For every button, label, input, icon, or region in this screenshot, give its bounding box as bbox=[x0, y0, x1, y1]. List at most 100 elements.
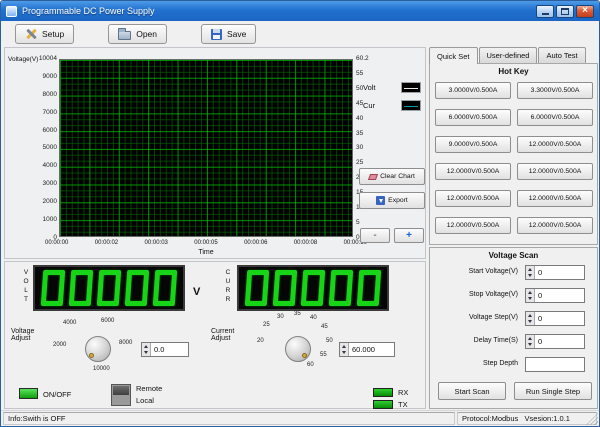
decrement-button[interactable] bbox=[526, 342, 534, 349]
run-single-step-button[interactable]: Run Single Step bbox=[514, 382, 592, 400]
hot-key-group: Hot Key 3.0000V/0.500A 3.3000V/0.500A 6.… bbox=[429, 63, 598, 245]
decrement-button[interactable] bbox=[526, 273, 534, 280]
tab-user-defined[interactable]: User-defined bbox=[479, 47, 538, 63]
voltage-adjust-value[interactable]: 0.0 bbox=[151, 343, 188, 356]
up-arrow-icon bbox=[528, 268, 532, 271]
voltage-scan-title: Voltage Scan bbox=[430, 248, 597, 260]
axis-tick: 25 bbox=[356, 159, 363, 166]
axis-tick: 00:00:03 bbox=[145, 240, 168, 246]
delay-time-value[interactable]: 0 bbox=[535, 335, 584, 348]
clear-chart-label: Clear Chart bbox=[380, 173, 415, 180]
seven-seg-digit-zero bbox=[301, 270, 326, 306]
hotkey-button-9[interactable]: 12.0000V/0.500A bbox=[435, 190, 511, 207]
spinner-arrows bbox=[526, 335, 535, 348]
decrement-button[interactable] bbox=[142, 350, 150, 357]
voltage-step-spinner[interactable]: 0 bbox=[525, 311, 585, 326]
close-icon: × bbox=[582, 6, 588, 16]
decrement-button[interactable] bbox=[340, 350, 348, 357]
rx-led-icon bbox=[373, 388, 393, 397]
down-arrow-icon bbox=[528, 320, 532, 323]
zoom-in-button[interactable]: + bbox=[394, 228, 424, 243]
waveform-chart-plot[interactable] bbox=[59, 59, 353, 237]
hotkey-button-7[interactable]: 12.0000V/0.500A bbox=[435, 163, 511, 180]
hotkey-button-1[interactable]: 3.0000V/0.500A bbox=[435, 82, 511, 99]
export-button[interactable]: Export bbox=[359, 192, 425, 209]
volt-plot-swatch-icon bbox=[401, 82, 421, 93]
save-button[interactable]: Save bbox=[201, 24, 256, 44]
hotkey-button-10[interactable]: 12.0000V/0.500A bbox=[517, 190, 593, 207]
stop-voltage-value[interactable]: 0 bbox=[535, 289, 584, 302]
axis-tick: 3000 bbox=[43, 180, 57, 187]
cur-plot-swatch-icon bbox=[401, 100, 421, 111]
up-arrow-icon bbox=[528, 314, 532, 317]
hotkey-button-12[interactable]: 12.0000V/0.500A bbox=[517, 217, 593, 234]
chart-panel: Voltage(V) 10004 9000 8000 7000 6000 500… bbox=[4, 47, 426, 259]
maximize-button[interactable] bbox=[556, 5, 574, 18]
toolbar: Setup Open Save bbox=[1, 21, 599, 47]
knob-tick: 40 bbox=[310, 315, 317, 321]
tab-quick-set[interactable]: Quick Set bbox=[429, 47, 478, 64]
legend-item-volt[interactable]: Volt bbox=[363, 82, 421, 93]
minimize-icon bbox=[542, 13, 549, 15]
tab-auto-test[interactable]: Auto Test bbox=[538, 47, 585, 63]
hotkey-button-5[interactable]: 9.0000V/0.500A bbox=[435, 136, 511, 153]
seven-seg-digit-zero bbox=[329, 270, 354, 306]
axis-tick: 8000 bbox=[43, 91, 57, 98]
start-voltage-label: Start Voltage(V) bbox=[430, 268, 518, 275]
remote-local-toggle-switch[interactable] bbox=[111, 384, 131, 406]
down-arrow-icon bbox=[528, 343, 532, 346]
export-icon bbox=[376, 196, 385, 205]
axis-tick: 6000 bbox=[43, 127, 57, 134]
setup-button[interactable]: Setup bbox=[15, 24, 74, 44]
chart-x-axis-label: Time bbox=[59, 249, 353, 256]
seven-seg-digit-zero bbox=[69, 270, 94, 306]
open-button-label: Open bbox=[136, 29, 157, 39]
hotkey-button-4[interactable]: 6.0000V/0.500A bbox=[517, 109, 593, 126]
spinner-arrows bbox=[142, 343, 151, 356]
voltage-adjust-spinner[interactable]: 0.0 bbox=[141, 342, 189, 357]
decrement-button[interactable] bbox=[526, 319, 534, 326]
hotkey-button-8[interactable]: 12.0000V/0.500A bbox=[517, 163, 593, 180]
open-button[interactable]: Open bbox=[108, 24, 167, 44]
axis-tick: 7000 bbox=[43, 109, 57, 116]
stop-voltage-spinner[interactable]: 0 bbox=[525, 288, 585, 303]
knob-tick: 25 bbox=[263, 322, 270, 328]
volt-meter-label: VOLT bbox=[23, 268, 29, 304]
app-icon bbox=[6, 6, 17, 17]
save-button-label: Save bbox=[227, 29, 246, 39]
down-arrow-icon bbox=[528, 274, 532, 277]
hotkey-button-2[interactable]: 3.3000V/0.500A bbox=[517, 82, 593, 99]
hotkey-button-3[interactable]: 6.0000V/0.500A bbox=[435, 109, 511, 126]
legend-item-cur[interactable]: Cur bbox=[363, 100, 421, 111]
tx-led-icon bbox=[373, 400, 393, 409]
minimize-button[interactable] bbox=[536, 5, 554, 18]
decrement-button[interactable] bbox=[526, 296, 534, 303]
clear-chart-button[interactable]: Clear Chart bbox=[359, 168, 425, 185]
legend-volt-label: Volt bbox=[363, 83, 376, 92]
step-depth-value[interactable] bbox=[525, 357, 585, 372]
current-adjust-knob[interactable] bbox=[285, 336, 311, 362]
app-window: Programmable DC Power Supply × Setup Ope… bbox=[0, 0, 600, 427]
zoom-out-button[interactable]: - bbox=[360, 228, 390, 243]
start-scan-button[interactable]: Start Scan bbox=[438, 382, 506, 400]
hotkey-button-11[interactable]: 12.0000V/0.500A bbox=[435, 217, 511, 234]
voltage-scan-group: Voltage Scan Start Voltage(V) 0 Stop Vol… bbox=[429, 247, 598, 409]
status-protocol: Protocol:Modbus Vsesion:1.0.1 bbox=[457, 412, 597, 425]
hotkey-button-6[interactable]: 12.0000V/0.500A bbox=[517, 136, 593, 153]
start-voltage-spinner[interactable]: 0 bbox=[525, 265, 585, 280]
curr-seven-segment-display bbox=[237, 265, 389, 311]
start-voltage-value[interactable]: 0 bbox=[535, 266, 584, 279]
current-adjust-value[interactable]: 60.000 bbox=[349, 343, 394, 356]
eraser-icon bbox=[368, 174, 378, 180]
close-button[interactable]: × bbox=[576, 5, 594, 18]
voltage-adjust-knob[interactable] bbox=[85, 336, 111, 362]
on-off-label: ON/OFF bbox=[43, 390, 71, 399]
down-arrow-icon bbox=[342, 351, 346, 354]
seven-seg-digit-zero bbox=[245, 270, 270, 306]
scan-row-delay-time: Delay Time(S) 0 bbox=[430, 334, 597, 349]
voltage-step-value[interactable]: 0 bbox=[535, 312, 584, 325]
delay-time-spinner[interactable]: 0 bbox=[525, 334, 585, 349]
on-off-led-icon[interactable] bbox=[19, 388, 38, 399]
current-adjust-spinner[interactable]: 60.000 bbox=[339, 342, 395, 357]
title-bar[interactable]: Programmable DC Power Supply × bbox=[1, 1, 599, 21]
